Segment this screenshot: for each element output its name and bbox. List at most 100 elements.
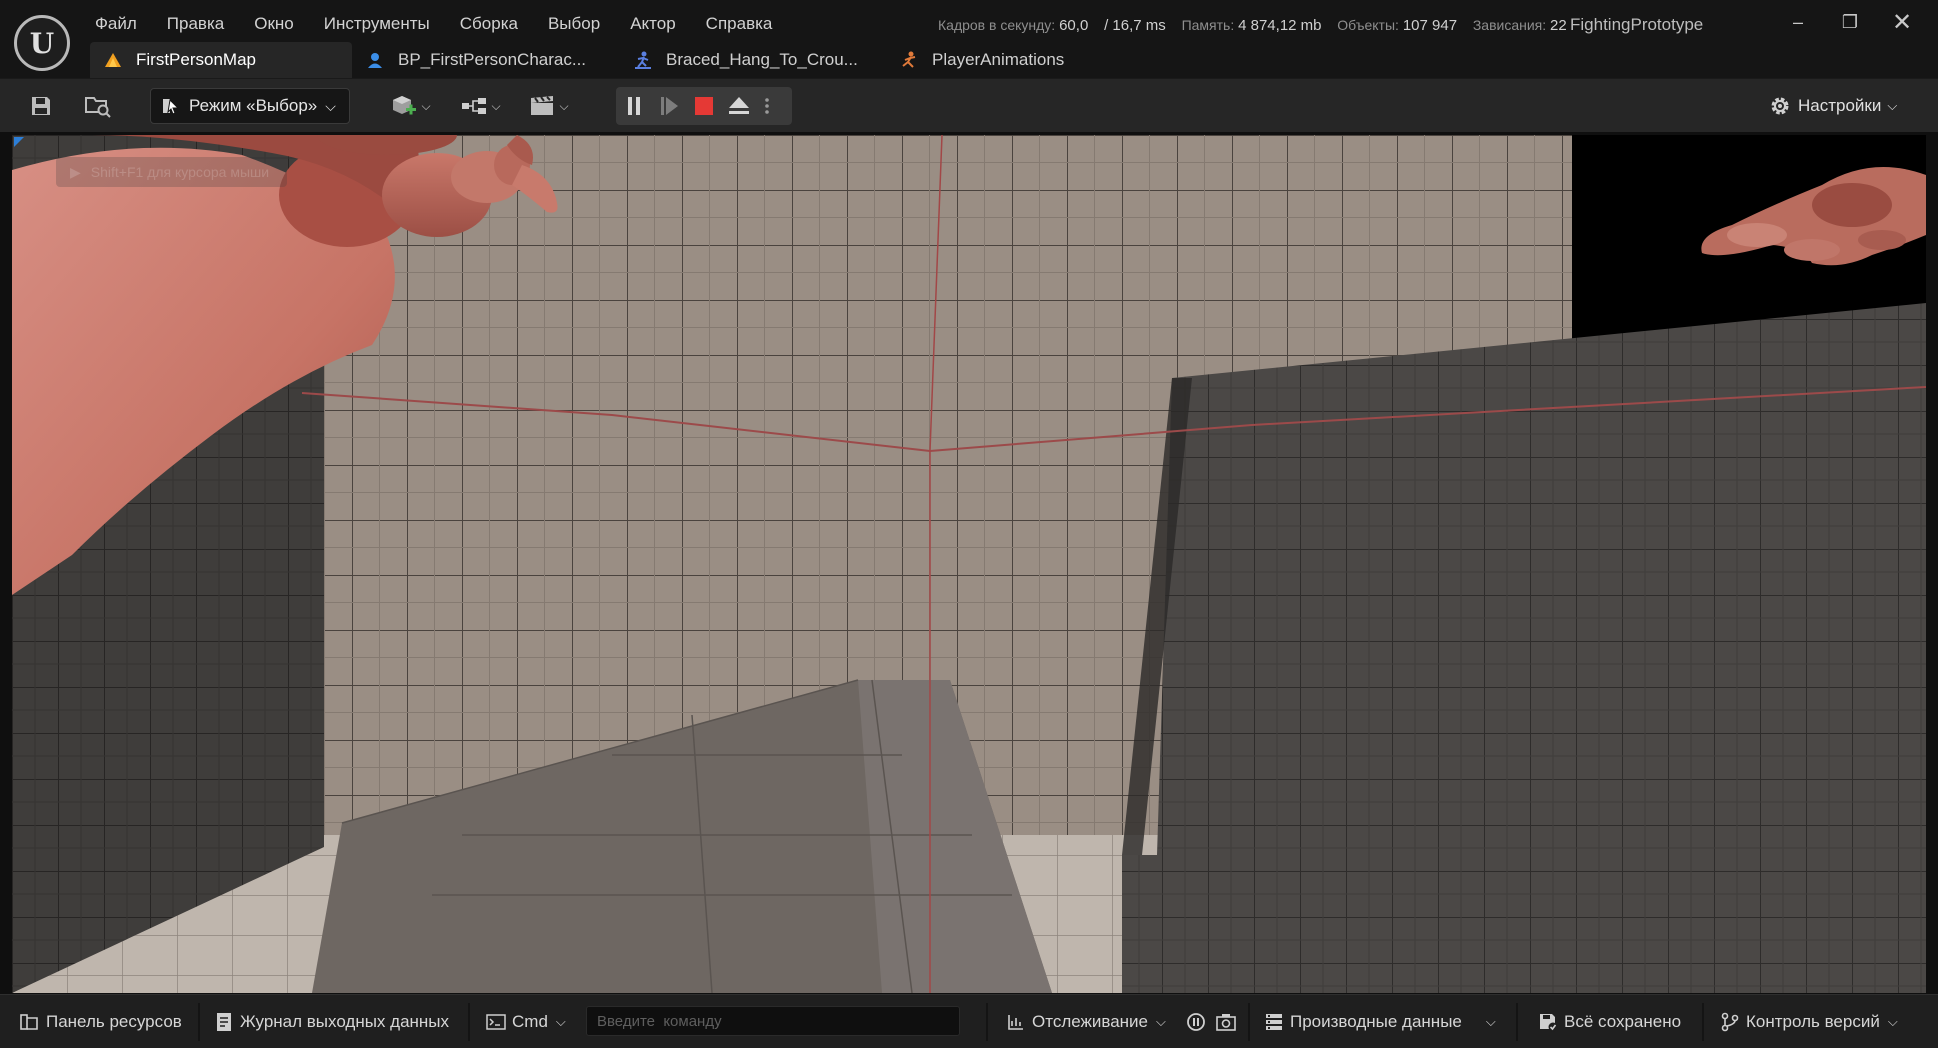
trace-dropdown[interactable]: Отслеживание ⌵	[1006, 1005, 1166, 1039]
chevron-down-icon: ⌵	[559, 98, 569, 113]
screenshot-trace-button[interactable]	[1216, 1005, 1242, 1039]
stop-icon	[694, 97, 713, 115]
level-viewport[interactable]: ▶ Shift+F1 для курсора мыши	[12, 135, 1926, 993]
main-toolbar: Режим «Выбор» ⌵ ⌵ ⌵ ⌵ Настройки ⌵	[0, 78, 1938, 132]
play-options-button[interactable]	[756, 87, 778, 125]
tab-label: PlayerAnimations	[932, 50, 1065, 69]
content-browser-button[interactable]: Панель ресурсов	[20, 1005, 182, 1039]
play-arrow-icon: ▶	[70, 163, 81, 180]
trace-label: Отслеживание	[1032, 1012, 1149, 1031]
chevron-down-icon: ⌵	[421, 98, 431, 113]
objects-label: Объекты:	[1337, 17, 1399, 33]
cinematics-button[interactable]: ⌵	[524, 87, 574, 125]
settings-dropdown[interactable]: Настройки ⌵	[1768, 87, 1897, 125]
derived-data-label: Производные данные	[1290, 1012, 1462, 1031]
save-status-label: Всё сохранено	[1564, 1012, 1682, 1031]
console-command-input[interactable]	[586, 1006, 960, 1036]
cmd-selector[interactable]: Cmd ⌵	[486, 1005, 566, 1039]
select-mode-icon	[163, 98, 180, 115]
mode-label: Режим «Выбор»	[189, 96, 318, 115]
cmd-label: Cmd	[512, 1012, 548, 1031]
source-control-branch-icon	[1720, 1012, 1740, 1032]
project-name: FightingPrototype	[1570, 15, 1704, 34]
restore-button[interactable]: ❐	[1828, 6, 1872, 38]
memory-label: Память:	[1181, 17, 1235, 33]
pause-button[interactable]	[616, 87, 651, 125]
content-drawer-icon	[20, 1012, 40, 1032]
title-bar: U Файл Правка Окно Инструменты Сборка Вы…	[0, 0, 1938, 78]
frame-ms-value: / 16,7 ms	[1104, 17, 1166, 34]
tab-first-person-map[interactable]: FirstPersonMap	[90, 42, 352, 78]
source-control-dropdown[interactable]: Контроль версий ⌵	[1720, 1005, 1898, 1039]
main-menu: Файл Правка Окно Инструменты Сборка Выбо…	[80, 10, 787, 38]
tab-braced-hang-to-crouch[interactable]: Braced_Hang_To_Crou...	[620, 42, 886, 78]
hitches-label: Зависания:	[1472, 17, 1547, 33]
save-all-button[interactable]: Всё сохранено	[1538, 1005, 1681, 1039]
tab-bp-first-person-character[interactable]: BP_FirstPersonCharac...	[352, 42, 620, 78]
viewport-hint-text: Shift+F1 для курсора мыши	[90, 164, 270, 180]
animation-blueprint-icon	[898, 49, 920, 71]
close-button[interactable]: ✕	[1880, 6, 1924, 38]
clapperboard-icon	[531, 96, 554, 115]
viewport-scene	[12, 135, 1926, 993]
settings-label: Настройки	[1798, 96, 1882, 115]
content-browser-label: Панель ресурсов	[46, 1012, 182, 1031]
blueprint-graph-icon	[462, 98, 487, 114]
level-icon	[102, 49, 124, 71]
blueprints-button[interactable]: ⌵	[456, 87, 506, 125]
document-tabs: FirstPersonMap BP_FirstPersonCharac... B…	[90, 42, 1106, 78]
menu-file[interactable]: Файл	[80, 10, 152, 38]
play-controls	[616, 87, 792, 125]
perf-stats: Кадров в секунду: 60,0 / 16,7 ms Память:…	[938, 17, 1567, 34]
source-control-label: Контроль версий	[1746, 1012, 1880, 1031]
menu-help[interactable]: Справка	[691, 10, 788, 38]
selection-mode-dropdown[interactable]: Режим «Выбор» ⌵	[150, 88, 350, 124]
menu-window[interactable]: Окно	[239, 10, 309, 38]
blueprint-icon	[364, 49, 386, 71]
hitches-value: 22	[1550, 17, 1567, 34]
terminal-icon	[486, 1012, 506, 1032]
unreal-logo-glyph: U	[29, 26, 55, 60]
browse-content-button[interactable]	[80, 87, 116, 125]
unreal-logo-icon[interactable]: U	[14, 15, 70, 71]
fps-label: Кадров в секунду:	[938, 17, 1056, 33]
step-forward-icon	[660, 97, 678, 115]
derived-data-dropdown[interactable]: Производные данные ⌵	[1264, 1005, 1496, 1039]
tab-player-animations[interactable]: PlayerAnimations	[886, 42, 1106, 78]
saved-status-icon	[1538, 1012, 1558, 1032]
folder-search-icon	[85, 97, 111, 118]
menu-edit[interactable]: Правка	[152, 10, 239, 38]
record-trace-icon	[1186, 1012, 1206, 1032]
save-icon	[32, 97, 50, 115]
save-button[interactable]	[24, 87, 58, 125]
chevron-down-icon: ⌵	[1485, 1014, 1496, 1029]
add-actor-button[interactable]: ⌵	[386, 87, 436, 125]
eject-button[interactable]	[721, 87, 756, 125]
tab-label: BP_FirstPersonCharac...	[398, 50, 587, 69]
menu-build[interactable]: Сборка	[445, 10, 533, 38]
chevron-down-icon: ⌵	[1156, 1014, 1166, 1029]
stop-button[interactable]	[686, 87, 721, 125]
output-log-icon	[214, 1012, 234, 1032]
eject-icon	[728, 97, 749, 114]
objects-value: 107 947	[1402, 17, 1458, 34]
fps-value: 60,0	[1059, 17, 1089, 34]
gear-icon	[1771, 97, 1789, 115]
pause-icon	[627, 97, 640, 115]
chevron-down-icon: ⌵	[1887, 1014, 1898, 1029]
skip-frame-button[interactable]	[651, 87, 686, 125]
output-log-button[interactable]: Журнал выходных данных	[214, 1005, 449, 1039]
add-actor-icon	[393, 96, 417, 115]
menu-select[interactable]: Выбор	[533, 10, 615, 38]
camera-icon	[1216, 1012, 1236, 1032]
viewport-hint: ▶ Shift+F1 для курсора мыши	[56, 157, 288, 187]
viewport-focus-corner	[14, 137, 24, 147]
menu-actor[interactable]: Актор	[615, 10, 690, 38]
live-trace-button[interactable]	[1186, 1005, 1212, 1039]
more-options-icon	[765, 98, 769, 114]
minimize-button[interactable]: –	[1776, 6, 1820, 38]
status-bar: Панель ресурсов Журнал выходных данных C…	[0, 994, 1938, 1048]
animation-sequence-icon	[632, 49, 654, 71]
memory-value: 4 874,12 mb	[1238, 17, 1322, 34]
menu-tools[interactable]: Инструменты	[309, 10, 445, 38]
